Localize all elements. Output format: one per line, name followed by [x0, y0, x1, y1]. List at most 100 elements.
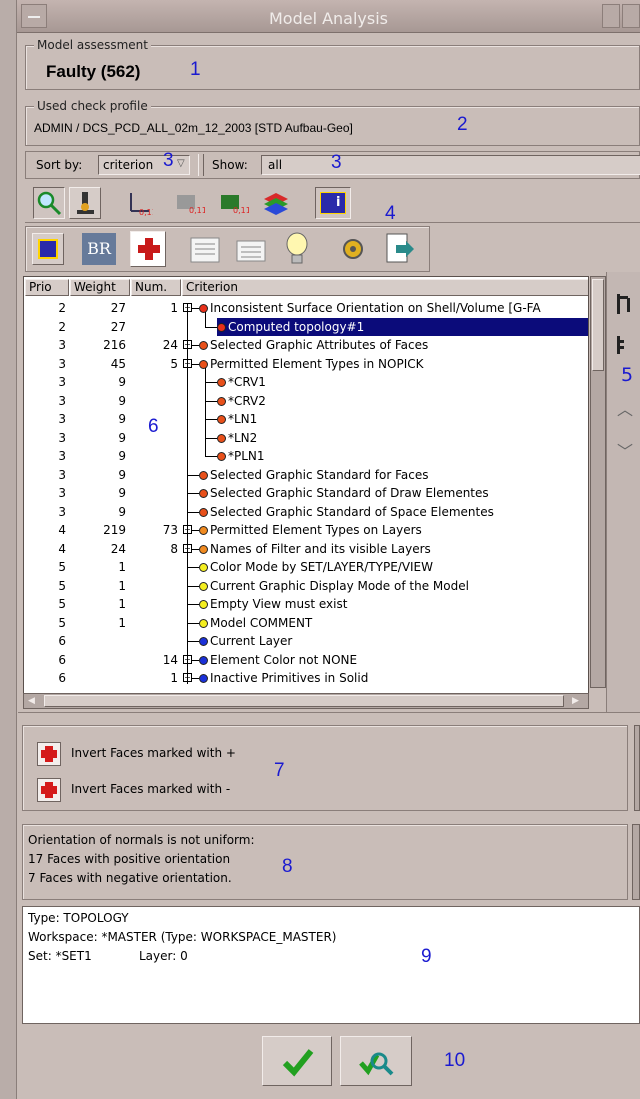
table-row[interactable]: 3 9 *CRV1: [24, 373, 588, 391]
cell-prio: 5: [58, 615, 66, 630]
table-row[interactable]: 5 1 Model COMMENT: [24, 614, 588, 632]
export-document-button[interactable]: [382, 231, 416, 267]
cell-criterion: *CRV2: [217, 392, 266, 410]
cell-prio: 5: [58, 597, 66, 611]
window-left-edge: [0, 0, 17, 1099]
move-down-icon[interactable]: ﹀: [617, 438, 633, 462]
title-bar[interactable]: Model Analysis: [17, 0, 640, 33]
layers-button[interactable]: [261, 189, 291, 217]
cell-criterion: Selected Graphic Standard for Faces: [199, 466, 429, 484]
tree-horizontal-scrollbar[interactable]: ◀ ▶: [23, 693, 589, 709]
red-cross-button[interactable]: [130, 231, 166, 267]
invert-minus-button[interactable]: [37, 778, 61, 802]
cell-criterion: Permitted Element Types in NOPICK: [199, 355, 424, 373]
table-row[interactable]: 3 9 *LN1: [24, 410, 588, 428]
marker-7: 7: [274, 760, 285, 781]
lightbulb-button[interactable]: [282, 231, 312, 267]
list-button-2[interactable]: [234, 233, 268, 265]
divider: [198, 154, 204, 176]
sort-select[interactable]: criterion ▽: [98, 155, 190, 175]
status-dot-icon: [199, 304, 208, 313]
actions-scrollbar[interactable]: [634, 725, 640, 811]
cell-criterion: *LN1: [217, 410, 257, 428]
table-row[interactable]: 3 9 Selected Graphic Standard of Draw Elem…: [24, 484, 588, 502]
axes-error-button[interactable]: 0,11: [123, 189, 157, 217]
tree-expand-icon[interactable]: [615, 290, 635, 320]
table-row[interactable]: 3455−Permitted Element Types in NOPICK: [24, 355, 588, 373]
cell-criterion: Names of Filter and its visible Layers: [199, 540, 431, 558]
table-row[interactable]: 3 9 *CRV2: [24, 392, 588, 410]
toolbar-row-1: 0,11 0,11 0,11 i: [25, 183, 640, 223]
cell-weight: 9: [118, 486, 126, 500]
scroll-right-icon[interactable]: ▶: [572, 696, 582, 706]
show-select[interactable]: all: [261, 155, 640, 175]
picture-button[interactable]: [32, 233, 64, 265]
tree-branch-line: [205, 312, 206, 327]
move-up-icon[interactable]: ︿: [617, 396, 633, 420]
scroll-thumb-horizontal[interactable]: [44, 695, 564, 707]
cell-weight: 1: [118, 560, 126, 574]
info-line-3: 7 Faces with negative orientation.: [28, 871, 232, 885]
cell-num: 8: [170, 541, 178, 556]
cell-prio: 3: [58, 430, 66, 445]
criterion-label: *PLN1: [228, 449, 265, 463]
table-row[interactable]: 5 1 Color Mode by SET/LAYER/TYPE/VIEW: [24, 558, 588, 576]
tree-vertical-scrollbar[interactable]: [590, 276, 606, 688]
status-dot-icon: [199, 637, 208, 646]
status-dot-icon: [217, 378, 226, 387]
cell-prio: 3: [58, 486, 66, 500]
scroll-thumb[interactable]: [592, 279, 604, 371]
tree-connector: [205, 400, 217, 402]
cell-criterion: Element Color not NONE: [199, 651, 357, 669]
maximize-button[interactable]: [622, 4, 640, 28]
column-header-weight[interactable]: Weight: [70, 279, 130, 296]
cell-criterion: Selected Graphic Attributes of Faces: [199, 336, 428, 354]
cell-prio: 3: [58, 467, 66, 482]
info-icon: i: [320, 192, 346, 214]
minimize-button[interactable]: [602, 4, 620, 28]
details-workspace: Workspace: *MASTER (Type: WORKSPACE_MAST…: [28, 930, 337, 944]
table-row[interactable]: 5 1 Empty View must exist: [24, 595, 588, 613]
cell-criterion: Selected Graphic Standard of Space Eleme…: [199, 503, 494, 521]
stack-error-green-button[interactable]: 0,11: [217, 187, 251, 217]
cell-prio: 3: [58, 449, 66, 463]
confirm-button[interactable]: [262, 1036, 332, 1086]
tree-collapse-icon[interactable]: [615, 332, 635, 362]
table-row[interactable]: 421973+Permitted Element Types on Layers: [24, 521, 588, 539]
table-row[interactable]: 5 1 Current Graphic Display Mode of the Mo…: [24, 577, 588, 595]
scroll-left-icon[interactable]: ◀: [28, 696, 38, 706]
br-button[interactable]: BR: [82, 233, 116, 265]
column-header-prio[interactable]: Prio: [25, 279, 69, 296]
table-row[interactable]: 4248+Names of Filter and its visible Lay…: [24, 540, 588, 558]
marker-10: 10: [444, 1050, 466, 1071]
info-button[interactable]: i: [315, 187, 351, 219]
cell-criterion: *LN2: [217, 429, 257, 447]
search-button[interactable]: [33, 187, 65, 219]
table-row[interactable]: 3 9 Selected Graphic Standard for Faces: [24, 466, 588, 484]
table-row[interactable]: 614+Element Color not NONE: [24, 651, 588, 669]
criteria-tree-table[interactable]: Prio Weight Num. Criterion 2271−Inconsis…: [23, 276, 589, 694]
gear-settings-button[interactable]: [338, 233, 368, 265]
column-header-criterion[interactable]: Criterion: [182, 279, 588, 296]
side-panel: 5 ︿ ﹀: [606, 272, 640, 712]
tree-connector: [187, 641, 199, 642]
microscope-button[interactable]: [69, 187, 101, 219]
column-header-num[interactable]: Num.: [131, 279, 181, 296]
table-row[interactable]: 2271−Inconsistent Surface Orientation on…: [24, 299, 588, 317]
table-row[interactable]: 3 9 *LN2: [24, 429, 588, 447]
criterion-label: Permitted Element Types in NOPICK: [210, 356, 424, 371]
criterion-label: *CRV1: [228, 375, 266, 389]
table-row[interactable]: 2 27 Computed topology#1: [24, 317, 588, 336]
table-row[interactable]: 61+Inactive Primitives in Solid: [24, 669, 588, 687]
table-row[interactable]: 3 9 *PLN1: [24, 447, 588, 465]
criterion-label: Color Mode by SET/LAYER/TYPE/VIEW: [210, 560, 434, 574]
list-button-1[interactable]: [188, 233, 222, 265]
table-row[interactable]: 321624+Selected Graphic Attributes of Fa…: [24, 336, 588, 354]
invert-plus-button[interactable]: [37, 742, 61, 766]
cell-weight: 9: [118, 467, 126, 482]
check-search-button[interactable]: [340, 1036, 412, 1086]
stack-error-button[interactable]: 0,11: [173, 187, 207, 217]
table-row[interactable]: 3 9 Selected Graphic Standard of Space Ele…: [24, 503, 588, 521]
info-scrollbar[interactable]: [632, 824, 640, 900]
table-row[interactable]: 6 Current Layer: [24, 632, 588, 650]
